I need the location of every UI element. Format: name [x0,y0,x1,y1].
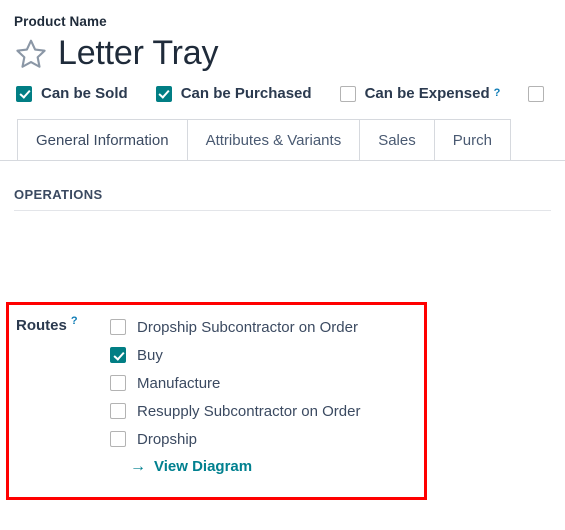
flag-can-be-sold[interactable]: Can be Sold [16,85,128,103]
tab-label-purchase: Purch [452,131,492,149]
tab-sales[interactable]: Sales [359,118,435,160]
help-icon-can-be-expensed[interactable]: ? [494,88,501,99]
route-label-dropship: Dropship [137,430,198,448]
help-icon-routes[interactable]: ? [71,315,78,327]
checkbox-truncated[interactable] [528,85,545,102]
routes-field-label: Routes? [16,313,110,338]
checkbox-can-be-purchased[interactable] [155,85,172,102]
view-diagram-link[interactable]: → View Diagram [130,458,360,475]
tab-label-general-information: General Information [36,131,169,149]
product-title-row: Letter Tray [14,34,565,73]
route-dropship[interactable]: Dropship [110,425,360,453]
tab-general-information[interactable]: General Information [17,118,188,160]
page-title: Letter Tray [58,34,219,73]
route-dropship-subcontractor-on-order[interactable]: Dropship Subcontractor on Order [110,313,360,341]
tab-bar: General Information Attributes & Variant… [0,118,565,161]
route-label-buy: Buy [137,346,163,364]
route-label-manufacture: Manufacture [137,374,221,392]
operations-section: OPERATIONS [0,187,565,211]
flag-can-be-expensed[interactable]: Can be Expensed ? [339,85,501,103]
route-manufacture[interactable]: Manufacture [110,369,360,397]
product-name-field-label: Product Name [14,14,107,29]
route-resupply-subcontractor-on-order[interactable]: Resupply Subcontractor on Order [110,397,360,425]
tab-label-attributes-variants: Attributes & Variants [205,131,342,149]
checkbox-resupply-subcontractor-on-order[interactable] [110,403,126,419]
operations-section-title: OPERATIONS [14,187,551,211]
checkbox-dropship[interactable] [110,431,126,447]
view-diagram-label: View Diagram [154,458,253,475]
flag-label-can-be-expensed: Can be Expensed [364,85,490,103]
checkbox-manufacture[interactable] [110,375,126,391]
flag-truncated[interactable] [528,85,545,102]
route-buy[interactable]: Buy [110,341,360,369]
checkbox-dropship-subcontractor-on-order[interactable] [110,319,126,335]
route-label-resupply-subcontractor-on-order: Resupply Subcontractor on Order [137,402,361,420]
product-flags-row: Can be Sold Can be Purchased Can be Expe… [0,85,565,103]
route-label-dropship-subcontractor-on-order: Dropship Subcontractor on Order [137,318,358,336]
checkbox-can-be-expensed[interactable] [339,85,356,102]
tab-label-sales: Sales [378,131,416,149]
flag-can-be-purchased[interactable]: Can be Purchased [155,85,312,103]
flag-label-can-be-purchased: Can be Purchased [180,85,312,103]
tab-attributes-variants[interactable]: Attributes & Variants [186,118,361,160]
routes-field: Routes? Dropship Subcontractor on Order … [16,313,360,476]
checkbox-can-be-sold[interactable] [16,85,32,102]
product-header: Product Name Letter Tray [0,0,565,72]
checkbox-buy[interactable] [110,347,126,363]
arrow-right-icon: → [130,457,146,475]
tab-purchase[interactable]: Purch [433,118,511,160]
star-outline-icon[interactable] [14,37,48,71]
routes-checkbox-list: Dropship Subcontractor on Order Buy Manu… [110,313,360,475]
flag-label-can-be-sold: Can be Sold [41,85,128,103]
routes-label-text: Routes [16,317,67,334]
